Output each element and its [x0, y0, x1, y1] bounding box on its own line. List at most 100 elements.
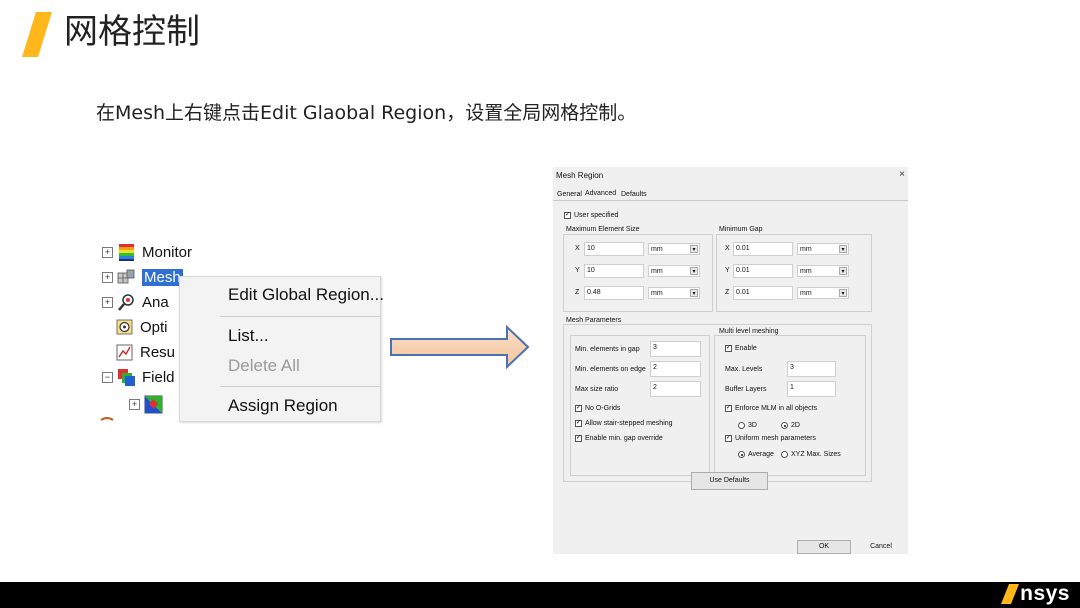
tree-label-optimetrics: Opti	[140, 318, 168, 336]
max-size-y-input[interactable]: 10	[584, 264, 644, 278]
tab-divider	[553, 200, 908, 201]
tree-item-monitor[interactable]: + Monitor	[102, 241, 192, 263]
radio-2d-label: 2D	[791, 422, 800, 429]
min-gap-y-input[interactable]: 0.01	[733, 264, 793, 278]
min-gap-y-unit[interactable]: mm ▾	[797, 265, 849, 277]
max-size-z-input[interactable]: 0.48	[584, 286, 644, 300]
tree-item-analysis[interactable]: + Ana	[102, 291, 169, 313]
minimum-gap-label: Minimum Gap	[718, 226, 764, 233]
max-size-x-unit[interactable]: mm ▾	[648, 243, 700, 255]
tree-item-results[interactable]: Resu	[115, 341, 175, 363]
tree-label-results: Resu	[140, 343, 176, 361]
mesh-icon	[117, 269, 135, 283]
chevron-down-icon: ▾	[690, 267, 698, 275]
chevron-down-icon: ▾	[690, 245, 698, 253]
max-size-ratio-input[interactable]: 2	[650, 381, 701, 397]
multi-level-label: Multi level meshing	[718, 328, 780, 335]
chevron-down-icon: ▾	[690, 289, 698, 297]
ansys-logo: nsys	[1000, 580, 1070, 608]
expand-icon[interactable]: +	[129, 398, 140, 410]
enable-min-gap-override-checkbox[interactable]: ✓	[575, 435, 582, 442]
min-gap-x-input[interactable]: 0.01	[733, 242, 793, 256]
min-elements-on-edge-input[interactable]: 2	[650, 361, 701, 377]
ansys-logo-text: nsys	[1020, 582, 1070, 605]
ansys-logo-mark	[1001, 584, 1020, 604]
expand-icon[interactable]: +	[102, 246, 113, 258]
user-specified-label: User specified	[574, 212, 619, 219]
tree-item-field-plot[interactable]: +	[129, 393, 169, 415]
menu-item-delete-all: Delete All	[228, 356, 300, 375]
no-o-grids-label: No O-Grids	[585, 405, 621, 412]
ok-button[interactable]: OK	[797, 540, 851, 554]
tree-item-field-overlays[interactable]: − Field	[102, 366, 175, 388]
min-gap-x-unit[interactable]: mm ▾	[797, 243, 849, 255]
max-size-x-input[interactable]: 10	[584, 242, 644, 256]
menu-item-edit-global-region[interactable]: Edit Global Region...	[228, 285, 384, 305]
axis-label: X	[575, 245, 580, 252]
mesh-parameters-label: Mesh Parameters	[565, 317, 623, 324]
max-size-ratio-label: Max size ratio	[575, 386, 619, 393]
max-levels-label: Max. Levels	[725, 366, 763, 373]
radio-xyz-max-sizes[interactable]	[781, 451, 788, 458]
unit-value: mm	[800, 290, 812, 297]
menu-separator	[220, 386, 380, 387]
radio-xyz-max-sizes-label: XYZ Max. Sizes	[791, 451, 841, 458]
mlm-enable-label: Enable	[735, 345, 757, 352]
min-elements-on-edge-label: Min. elements on edge	[575, 366, 646, 373]
title-accent-bar	[22, 12, 52, 57]
max-levels-input[interactable]: 3	[787, 361, 836, 377]
unit-value: mm	[651, 246, 663, 253]
instruction-text: 在Mesh上右键点击Edit Glaobal Region，设置全局网格控制。	[96, 102, 637, 124]
tab-advanced[interactable]: Advanced	[585, 190, 616, 197]
unit-value: mm	[800, 268, 812, 275]
tab-defaults[interactable]: Defaults	[621, 191, 647, 198]
max-size-y-unit[interactable]: mm ▾	[648, 265, 700, 277]
tree-item-mesh[interactable]: + Mesh	[102, 266, 183, 288]
unit-value: mm	[800, 246, 812, 253]
axis-label: X	[725, 245, 730, 252]
right-arrow-icon	[390, 325, 530, 369]
mlm-enable-checkbox[interactable]: ✓	[725, 345, 732, 352]
tab-general[interactable]: General	[557, 191, 582, 198]
min-gap-z-input[interactable]: 0.01	[733, 286, 793, 300]
buffer-layers-input[interactable]: 1	[787, 381, 836, 397]
cancel-button[interactable]: Cancel	[854, 540, 908, 554]
unit-value: mm	[651, 268, 663, 275]
close-icon[interactable]: ×	[899, 169, 905, 180]
axis-label: Z	[725, 289, 730, 296]
allow-stair-stepped-checkbox[interactable]: ✓	[575, 420, 582, 427]
axis-label: Y	[575, 267, 580, 274]
no-o-grids-checkbox[interactable]: ✓	[575, 405, 582, 412]
field-overlays-icon	[118, 368, 135, 386]
tree-label-mesh: Mesh	[142, 268, 183, 286]
radio-3d[interactable]	[738, 422, 745, 429]
analysis-icon	[118, 293, 134, 311]
expand-icon[interactable]: +	[102, 271, 113, 283]
menu-item-assign-region[interactable]: Assign Region	[228, 396, 338, 416]
radio-2d[interactable]	[781, 422, 788, 429]
min-elements-in-gap-input[interactable]: 3	[650, 341, 701, 357]
collapse-icon[interactable]: −	[102, 371, 113, 383]
expand-icon[interactable]: +	[102, 296, 113, 308]
partial-icon	[100, 417, 114, 421]
uniform-mesh-label: Uniform mesh parameters	[735, 435, 816, 442]
uniform-mesh-checkbox[interactable]: ✓	[725, 435, 732, 442]
min-elements-in-gap-label: Min. elements in gap	[575, 346, 640, 353]
radio-average[interactable]	[738, 451, 745, 458]
chevron-down-icon: ▾	[839, 289, 847, 297]
enable-min-gap-override-label: Enable min. gap override	[585, 435, 663, 442]
mesh-region-dialog: Mesh Region × General Advanced Defaults …	[553, 167, 908, 554]
tree-item-optimetrics[interactable]: Opti	[115, 316, 168, 338]
field-plot-icon	[144, 395, 163, 413]
user-specified-checkbox[interactable]: ✓	[564, 212, 571, 219]
menu-item-list[interactable]: List...	[228, 326, 269, 346]
unit-value: mm	[651, 290, 663, 297]
enforce-mlm-checkbox[interactable]: ✓	[725, 405, 732, 412]
max-size-z-unit[interactable]: mm ▾	[648, 287, 700, 299]
min-gap-z-unit[interactable]: mm ▾	[797, 287, 849, 299]
allow-stair-stepped-label: Allow stair-stepped meshing	[585, 420, 673, 427]
use-defaults-button[interactable]: Use Defaults	[691, 472, 768, 490]
tree-label-field-overlays: Field	[142, 368, 175, 386]
dialog-title: Mesh Region	[556, 171, 604, 180]
chevron-down-icon: ▾	[839, 267, 847, 275]
